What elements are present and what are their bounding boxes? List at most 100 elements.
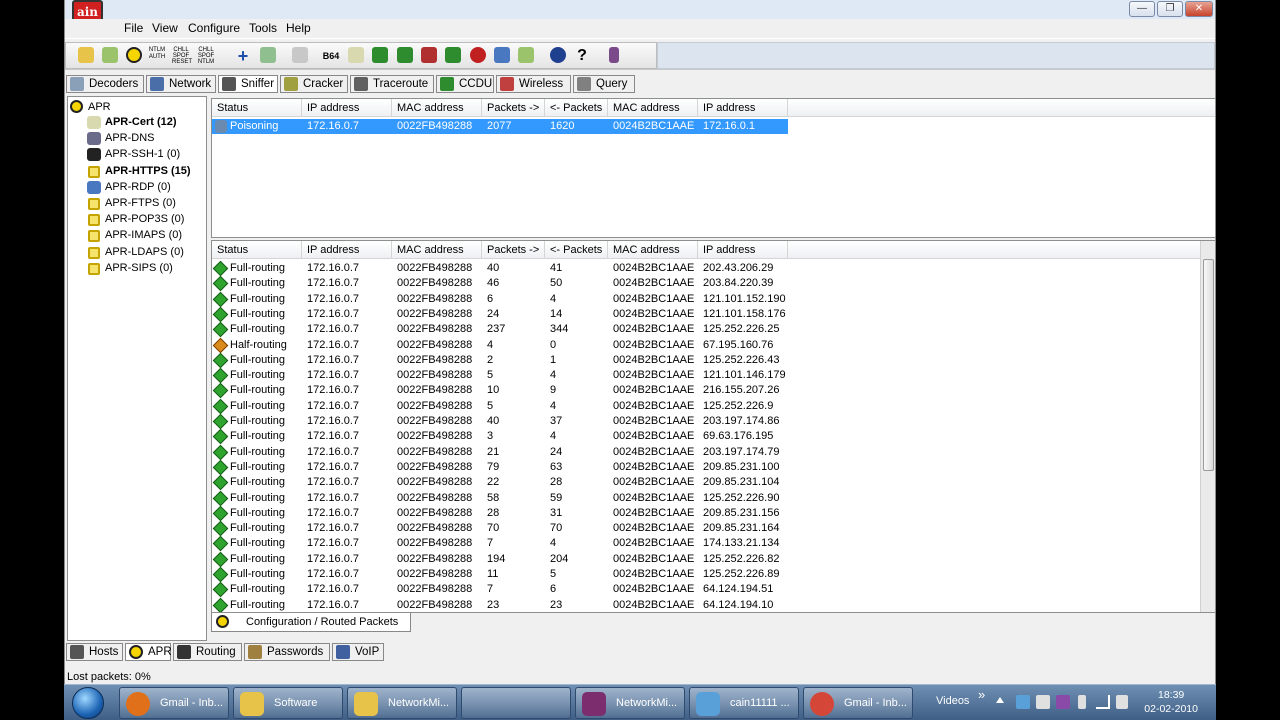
- tree-item[interactable]: APR-SSH-1 (0): [105, 148, 180, 160]
- table-row[interactable]: Full-routing 172.16.0.7 0022FB498288 24 14 00…: [212, 306, 1215, 323]
- table-row[interactable]: Full-routing 172.16.0.7 0022FB498288 21 24 00…: [212, 444, 1215, 460]
- col-mac-address[interactable]: MAC address: [392, 99, 482, 117]
- toolbar-videos[interactable]: Videos: [936, 695, 969, 707]
- minimize-button[interactable]: —: [1129, 1, 1155, 17]
- taskbar-item[interactable]: Software: [233, 687, 343, 719]
- tree-item[interactable]: APR-IMAPS (0): [105, 229, 182, 241]
- tab-ccdu[interactable]: CCDU: [436, 75, 494, 93]
- tab-cracker[interactable]: Cracker: [280, 75, 348, 93]
- menu-tools[interactable]: Tools: [249, 21, 277, 35]
- col-mac-address-2[interactable]: MAC address: [608, 241, 698, 259]
- tree-item[interactable]: APR-LDAPS (0): [105, 246, 184, 258]
- col-packets-in[interactable]: <- Packets: [545, 99, 608, 117]
- ntlm-icon[interactable]: NTLM AUTH: [148, 47, 166, 65]
- vertical-scrollbar[interactable]: [1200, 241, 1215, 612]
- dc-icon[interactable]: [420, 47, 438, 65]
- col-mac-address-2[interactable]: MAC address: [608, 99, 698, 117]
- menu-help[interactable]: Help: [286, 21, 311, 35]
- table-row[interactable]: Full-routing 172.16.0.7 0022FB498288 5 4 0024…: [212, 367, 1215, 384]
- tree-root-apr[interactable]: APR: [88, 101, 111, 113]
- col-ip-address-2[interactable]: IP address: [698, 99, 788, 117]
- tree-item[interactable]: APR-RDP (0): [105, 181, 171, 193]
- table-row[interactable]: Full-routing 172.16.0.7 0022FB498288 7 4 0024…: [212, 536, 1215, 552]
- table-row[interactable]: Full-routing 172.16.0.7 0022FB498288 40 41 00…: [212, 260, 1215, 277]
- tab-hosts[interactable]: Hosts: [66, 643, 123, 661]
- table-row[interactable]: Half-routing 172.16.0.7 0022FB498288 4 0 0024…: [212, 337, 1215, 353]
- maximize-button[interactable]: ❐: [1157, 1, 1183, 17]
- help-icon[interactable]: ?: [573, 47, 591, 65]
- copy-icon[interactable]: [291, 47, 309, 65]
- signal-icon[interactable]: [1096, 695, 1110, 709]
- col-status[interactable]: Status: [212, 241, 302, 259]
- col-ip-address[interactable]: IP address: [302, 99, 392, 117]
- pen-icon[interactable]: [517, 47, 535, 65]
- menu-configure[interactable]: Configure: [188, 21, 240, 35]
- col-ip-address-2[interactable]: IP address: [698, 241, 788, 259]
- record-icon[interactable]: [469, 47, 487, 65]
- col-packets-out[interactable]: Packets ->: [482, 241, 545, 259]
- tab-apr[interactable]: APR: [125, 643, 172, 661]
- certificate-icon[interactable]: [347, 47, 365, 65]
- scrollbar-thumb[interactable]: [1203, 259, 1214, 471]
- table-row[interactable]: Full-routing 172.16.0.7 0022FB498288 70 70 00…: [212, 520, 1215, 537]
- col-packets-in[interactable]: <- Packets: [545, 241, 608, 259]
- tree-item[interactable]: APR-HTTPS (15): [105, 165, 191, 177]
- tab-decoders[interactable]: Decoders: [66, 75, 144, 93]
- table-row[interactable]: Full-routing 172.16.0.7 0022FB498288 46 50 00…: [212, 276, 1215, 292]
- col-ip-address[interactable]: IP address: [302, 241, 392, 259]
- snmp-reset-icon[interactable]: CHLL SPOF RESET: [172, 47, 192, 65]
- save-icon[interactable]: [101, 47, 119, 65]
- tree-item[interactable]: APR-SIPS (0): [105, 262, 173, 274]
- plus-icon[interactable]: +: [234, 47, 252, 65]
- table-row[interactable]: Full-routing 172.16.0.7 0022FB498288 7 6 0024…: [212, 582, 1215, 598]
- tree-item[interactable]: APR-Cert (12): [105, 116, 177, 128]
- table-row[interactable]: Full-routing 172.16.0.7 0022FB498288 237 344…: [212, 321, 1215, 338]
- start-button[interactable]: [72, 687, 104, 719]
- tab-query[interactable]: Query: [573, 75, 635, 93]
- hash1-icon[interactable]: [371, 47, 389, 65]
- table-row[interactable]: Poisoning 172.16.0.7 0022FB498288 2077 1620 0…: [212, 119, 1215, 134]
- table-row[interactable]: Full-routing 172.16.0.7 0022FB498288 194 204…: [212, 551, 1215, 567]
- tree-item[interactable]: APR-POP3S (0): [105, 213, 184, 225]
- wireless-icon[interactable]: [493, 47, 511, 65]
- table-row[interactable]: Full-routing 172.16.0.7 0022FB498288 10 9 002…: [212, 383, 1215, 399]
- flag-icon[interactable]: [1036, 695, 1050, 709]
- tree-item[interactable]: APR-FTPS (0): [105, 197, 176, 209]
- tree-item[interactable]: APR-DNS: [105, 132, 155, 144]
- tab-routing[interactable]: Routing: [173, 643, 242, 661]
- tab-configuration-routed-packets[interactable]: Configuration / Routed Packets: [211, 613, 411, 632]
- app-tray-icon[interactable]: [1056, 695, 1070, 709]
- close-button[interactable]: ✕: [1185, 1, 1213, 17]
- info-icon[interactable]: [549, 47, 567, 65]
- chevron-icon[interactable]: »: [978, 687, 985, 702]
- base64-icon[interactable]: B64: [322, 47, 340, 65]
- ntlm-spoof-icon[interactable]: CHLL SPOF NTLM: [197, 47, 215, 65]
- table-row[interactable]: Full-routing 172.16.0.7 0022FB498288 79 63 00…: [212, 459, 1215, 476]
- tab-sniffer[interactable]: Sniffer: [218, 75, 278, 93]
- taskbar-item[interactable]: Gmail - Inb...: [119, 687, 229, 719]
- tab-traceroute[interactable]: Traceroute: [350, 75, 434, 93]
- taskbar-item[interactable]: NetworkMi...: [575, 687, 685, 719]
- menu-file[interactable]: File: [124, 21, 143, 35]
- col-status[interactable]: Status: [212, 99, 302, 117]
- table-row[interactable]: Full-routing 172.16.0.7 0022FB498288 22 28 00…: [212, 474, 1215, 491]
- table-row[interactable]: Full-routing 172.16.0.7 0022FB498288 28 31 00…: [212, 505, 1215, 522]
- volume-icon[interactable]: [1116, 695, 1128, 709]
- tab-wireless[interactable]: Wireless: [496, 75, 571, 93]
- table-row[interactable]: Full-routing 172.16.0.7 0022FB498288 5 4 0024…: [212, 398, 1215, 414]
- table-row[interactable]: Full-routing 172.16.0.7 0022FB498288 2 1 0024…: [212, 352, 1215, 369]
- battery-icon[interactable]: [1078, 695, 1086, 709]
- nuke-icon[interactable]: [125, 47, 143, 65]
- table-row[interactable]: Full-routing 172.16.0.7 0022FB498288 11 5 002…: [212, 566, 1215, 583]
- col-packets-out[interactable]: Packets ->: [482, 99, 545, 117]
- tab-voip[interactable]: VoIP: [332, 643, 384, 661]
- table-row[interactable]: Full-routing 172.16.0.7 0022FB498288 23 23 00…: [212, 597, 1215, 612]
- open-icon[interactable]: [77, 47, 95, 65]
- col-mac-address[interactable]: MAC address: [392, 241, 482, 259]
- network-tray-icon[interactable]: [1016, 695, 1030, 709]
- table-row[interactable]: Full-routing 172.16.0.7 0022FB498288 58 59 00…: [212, 490, 1215, 506]
- exit-icon[interactable]: [605, 47, 623, 65]
- taskbar-item[interactable]: [461, 687, 571, 719]
- tab-passwords[interactable]: Passwords: [244, 643, 330, 661]
- hash2-icon[interactable]: [396, 47, 414, 65]
